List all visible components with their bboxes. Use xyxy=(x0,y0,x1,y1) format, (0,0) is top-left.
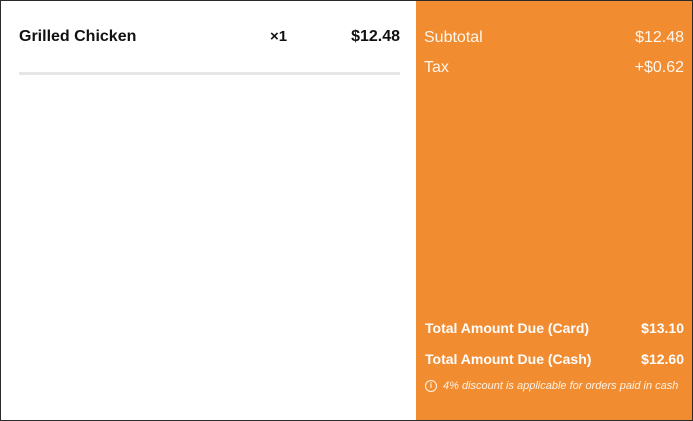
cash-discount-note: i 4% discount is applicable for orders p… xyxy=(425,380,684,392)
total-card-row: Total Amount Due (Card) $13.10 xyxy=(425,318,684,349)
subtotal-label: Subtotal xyxy=(424,29,483,46)
subtotal-value: $12.48 xyxy=(635,29,684,46)
order-line-item[interactable]: Grilled Chicken ×1 $12.48 xyxy=(19,1,400,75)
subtotal-row: Subtotal $12.48 xyxy=(424,27,684,57)
total-cash-label: Total Amount Due (Cash) xyxy=(425,351,592,367)
totals-block: Total Amount Due (Card) $13.10 Total Amo… xyxy=(425,318,684,392)
discount-note-text: 4% discount is applicable for orders pai… xyxy=(443,380,679,392)
checkout-window: Grilled Chicken ×1 $12.48 Subtotal $12.4… xyxy=(0,0,693,421)
total-card-value: $13.10 xyxy=(641,320,684,336)
order-summary-panel: Subtotal $12.48 Tax +$0.62 Total Amount … xyxy=(416,1,692,420)
order-items-panel: Grilled Chicken ×1 $12.48 xyxy=(1,1,416,420)
item-price: $12.48 xyxy=(351,27,400,45)
tax-value: +$0.62 xyxy=(634,59,684,76)
total-cash-row: Total Amount Due (Cash) $12.60 xyxy=(425,349,684,380)
tax-row: Tax +$0.62 xyxy=(424,57,684,87)
item-quantity: ×1 xyxy=(270,28,288,45)
info-icon: i xyxy=(425,380,437,392)
total-card-label: Total Amount Due (Card) xyxy=(425,320,590,336)
tax-label: Tax xyxy=(424,59,449,76)
item-name: Grilled Chicken xyxy=(19,27,137,45)
total-cash-value: $12.60 xyxy=(641,351,684,367)
